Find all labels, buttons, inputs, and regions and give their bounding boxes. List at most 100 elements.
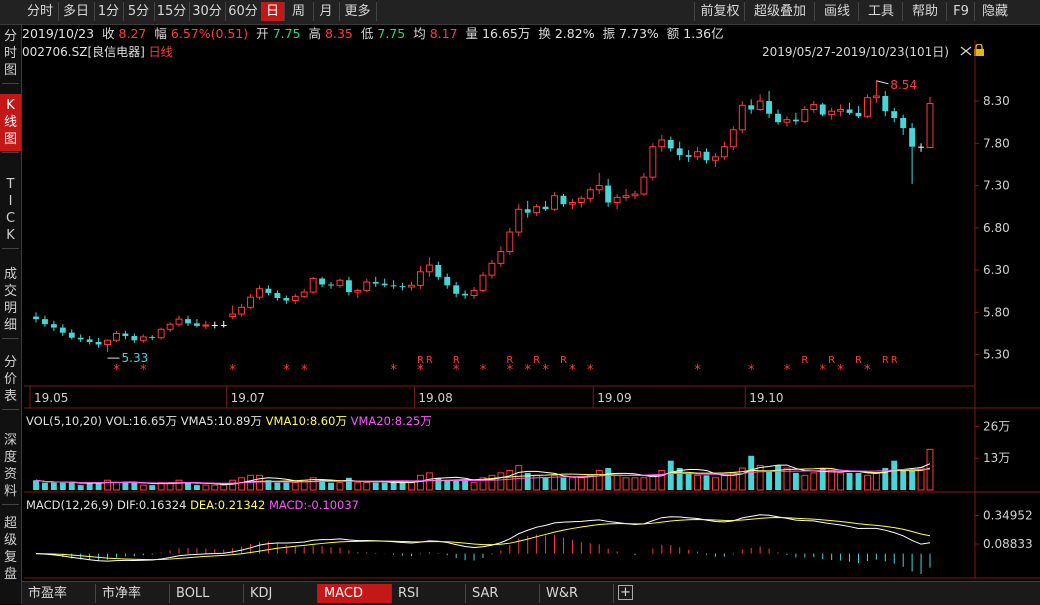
- vol-bar-11: [131, 482, 138, 490]
- price-tick-4: 6.30: [983, 263, 1010, 277]
- indicator-tab-5[interactable]: RSI: [392, 584, 466, 603]
- vol-bar-44: [425, 472, 433, 491]
- vol-bar-3: [59, 482, 66, 490]
- date-tick-0: 19.05: [34, 391, 68, 405]
- vol-bar-46: [444, 480, 451, 490]
- vol-bar-51: [488, 474, 496, 491]
- vol-bar-59: [560, 477, 567, 490]
- price-tick-1: 7.80: [983, 136, 1010, 150]
- event-r-4: R: [533, 355, 540, 366]
- candle-body-100: [926, 103, 934, 149]
- candle-body-52: [497, 251, 505, 264]
- candle-body-5: [77, 337, 84, 340]
- candle-body-89: [828, 110, 836, 116]
- candle-body-41: [399, 286, 406, 288]
- vol-bar-69: [649, 474, 657, 491]
- vol-bar-60: [568, 477, 576, 491]
- vol-bar-36: [354, 482, 362, 491]
- vol-bar-18: [193, 485, 200, 490]
- vol-bar-61: [577, 477, 585, 491]
- candle-body-49: [470, 289, 478, 296]
- vol-bar-40: [390, 482, 397, 490]
- vol-bar-2: [50, 482, 57, 490]
- vol-bar-94: [872, 472, 880, 491]
- candle-body-7: [95, 341, 102, 345]
- vol-bar-87: [810, 472, 818, 491]
- macd-indicator-legend: MACD(12,26,9) DIF:0.16324 DEA:0.21342 MA…: [26, 498, 359, 512]
- vol-bar-91: [846, 472, 853, 490]
- candle-body-90: [837, 109, 845, 112]
- event-r-1: R: [426, 355, 433, 366]
- vol-bar-35: [345, 477, 352, 490]
- vol-bar-65: [613, 474, 621, 491]
- macd-title: MACD(12,26,9): [26, 498, 114, 512]
- candle-body-50: [479, 274, 487, 291]
- indicator-tab-2[interactable]: BOLL: [170, 584, 244, 603]
- indicator-tab-0[interactable]: 市盈率: [22, 584, 96, 603]
- kline-chart-canvas: 8.30 7.80 7.30 6.80 6.30 5.80 5.30 19.05 19.07 19…: [24, 40, 1040, 579]
- candle-body-71: [667, 139, 674, 149]
- candle-body-86: [801, 109, 809, 122]
- vol-bar-4: [68, 482, 75, 490]
- indicator-tab-1[interactable]: 市净率: [96, 584, 170, 603]
- candle-body-34: [336, 279, 344, 286]
- price-tick-2: 7.30: [983, 179, 1010, 193]
- candle-body-95: [882, 95, 889, 112]
- candle-body-22: [229, 313, 237, 318]
- vol-title: VOL(5,10,20): [26, 414, 102, 428]
- event-star-14: *: [694, 363, 701, 378]
- event-r-10: R: [891, 355, 898, 366]
- candle-body-4: [68, 332, 75, 338]
- event-star-19: *: [864, 363, 871, 378]
- vol-bar-33: [328, 482, 334, 490]
- candle-body-19: [202, 324, 210, 327]
- candle-body-82: [766, 101, 773, 114]
- candle-body-91: [846, 109, 853, 113]
- candle-body-25: [256, 288, 263, 298]
- vol-bar-81: [756, 465, 764, 491]
- vol-bar-99: [917, 467, 925, 491]
- event-star-1: *: [140, 363, 147, 378]
- candle-body-64: [605, 185, 612, 203]
- candle-body-6: [86, 339, 93, 342]
- vol-bar-66: [622, 477, 630, 491]
- candle-body-70: [658, 139, 666, 148]
- candle-body-11: [131, 336, 138, 341]
- candle-body-93: [863, 97, 871, 117]
- event-star-3: *: [283, 363, 290, 378]
- indicator-tab-4[interactable]: MACD: [318, 584, 392, 603]
- candle-body-77: [720, 146, 728, 158]
- vol-bar-38: [372, 482, 379, 490]
- candle-body-56: [533, 206, 541, 214]
- price-tick-5: 5.80: [983, 305, 1010, 319]
- vol-bar-5: [77, 485, 84, 490]
- candle-body-12: [139, 336, 147, 341]
- price-tick-0: 8.30: [983, 94, 1010, 108]
- vol-bar-73: [685, 472, 692, 490]
- candle-body-67: [631, 193, 639, 197]
- indicator-tab-3[interactable]: KDJ: [244, 584, 318, 603]
- price-tick-3: 6.80: [983, 221, 1010, 235]
- vol-bar-1: [41, 482, 48, 490]
- candle-body-35: [345, 280, 352, 293]
- indicator-tab-6[interactable]: SAR: [466, 584, 540, 603]
- indicator-tab-7[interactable]: W&R: [540, 584, 614, 603]
- event-star-5: *: [390, 363, 397, 378]
- candle-body-10: [122, 333, 129, 337]
- event-star-18: *: [837, 363, 844, 378]
- vol-bar-9: [113, 482, 120, 491]
- add-indicator-button[interactable]: +: [618, 585, 633, 600]
- event-star-13: *: [587, 363, 594, 378]
- vol-bar-71: [667, 460, 674, 490]
- candle-body-44: [425, 264, 433, 273]
- vol-bar-39: [381, 482, 388, 490]
- vol-bar-16: [175, 479, 183, 491]
- vol-bar-98: [909, 470, 916, 490]
- vol-bar-7: [95, 482, 102, 490]
- vma20-value: VMA20:8.25万: [350, 414, 432, 428]
- vol-bar-85: [792, 472, 799, 490]
- candle-body-59: [560, 195, 567, 205]
- event-star-11: *: [542, 363, 549, 378]
- vol-bar-96: [891, 460, 898, 490]
- candle-body-33: [328, 284, 334, 286]
